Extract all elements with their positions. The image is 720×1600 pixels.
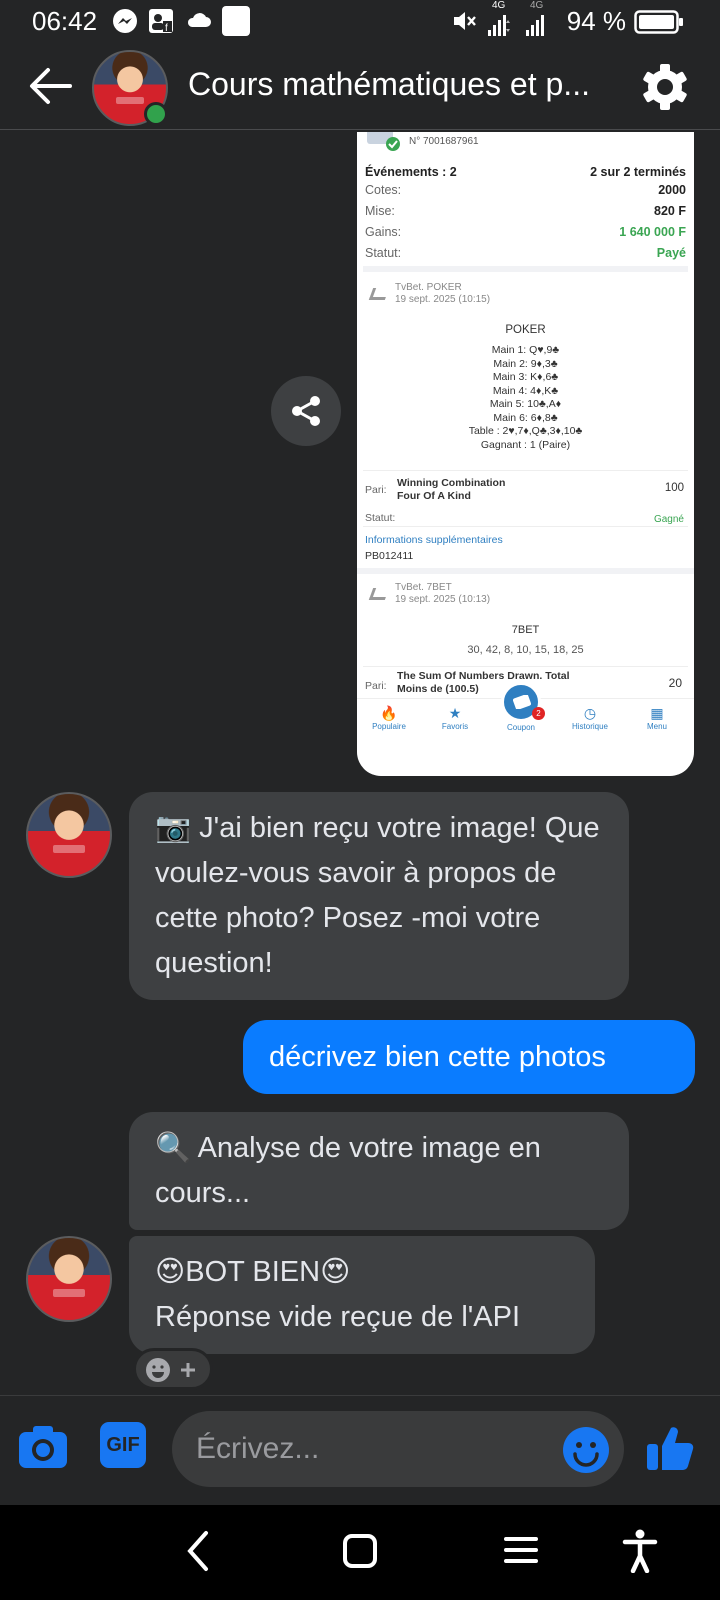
conversation-header: Cours mathématiques et p...: [0, 44, 720, 130]
status-bar: 06:42 f 4G 4G 94 %: [0, 0, 720, 44]
online-status-dot: [144, 102, 168, 126]
tab-historique[interactable]: ◷ Historique: [555, 705, 625, 731]
fire-icon: 🔥: [380, 705, 398, 721]
message-bubble[interactable]: 📷 J'ai bien reçu votre image! Que voulez…: [129, 792, 629, 1000]
game-title: 7BET: [511, 624, 540, 636]
coupon-number: N° 7001687961: [409, 136, 479, 147]
pari-label: Pari:: [365, 484, 387, 496]
info-label: Informations supplémentaires: [365, 534, 503, 546]
gif-button[interactable]: GIF: [100, 1422, 146, 1468]
bet-date: 19 sept. 2025 (10:15): [395, 294, 491, 305]
drawn-numbers: 30, 42, 8, 10, 15, 18, 25: [467, 644, 584, 656]
bot-avatar[interactable]: [26, 792, 112, 878]
bet-provider: TvBet. 7BET: [395, 582, 452, 593]
message-line: Réponse vide reçue de l'API: [155, 1301, 521, 1333]
mute-icon: [454, 12, 476, 30]
battery-icon: [634, 10, 683, 34]
summary-row: Statut: Payé: [365, 246, 686, 260]
svg-text:f: f: [165, 23, 168, 34]
pari-odds: 100: [664, 482, 684, 494]
pari-name: Winning Combination Four Of A Kind: [397, 477, 506, 502]
gear-icon[interactable]: [640, 62, 690, 112]
tab-coupon[interactable]: Coupon: [491, 723, 551, 732]
pari-name: The Sum Of Numbers Drawn. Total Moins de …: [397, 670, 570, 695]
events-row: Événements : 2 2 sur 2 terminés: [365, 165, 686, 179]
thumbs-up-icon[interactable]: [644, 1422, 696, 1474]
add-reaction-icon: [146, 1358, 195, 1382]
share-icon: [292, 396, 320, 426]
game-title: POKER: [505, 324, 546, 336]
camera-icon[interactable]: [18, 1424, 68, 1470]
square-notification-icon: [222, 6, 250, 36]
tvbet-logo-icon: [368, 288, 390, 300]
share-button[interactable]: [271, 376, 341, 446]
nav-home-icon[interactable]: [342, 1533, 378, 1569]
events-label: Événements : 2: [365, 165, 457, 179]
summary-row: Cotes: 2000: [365, 183, 686, 197]
add-reaction-button[interactable]: [133, 1348, 213, 1390]
nav-menu-icon[interactable]: [504, 1535, 538, 1565]
tab-favoris[interactable]: ★ Favoris: [425, 705, 485, 731]
message-bubble[interactable]: 🔍 Analyse de votre image en cours...: [129, 1112, 629, 1230]
pari-odds: 20: [668, 676, 682, 690]
ticket-icon: [367, 132, 400, 151]
message-bubble[interactable]: 😍BOT BIEN😍 Réponse vide reçue de l'API: [129, 1236, 595, 1354]
emoji-icon[interactable]: [562, 1426, 610, 1474]
shared-image[interactable]: N° 7001687961 Événements : 2 2 sur 2 ter…: [357, 132, 694, 776]
bet-provider: TvBet. POKER: [395, 282, 462, 293]
tab-menu[interactable]: ▦ Menu: [627, 705, 687, 731]
tvbet-logo-icon: [368, 588, 390, 600]
android-nav-bar: [0, 1505, 720, 1600]
signal-icon: [526, 15, 544, 36]
pari-label: Pari:: [365, 680, 387, 692]
info-value: PB012411: [365, 550, 414, 562]
star-icon: ★: [448, 705, 462, 721]
grid-icon: ▦: [650, 705, 664, 721]
back-arrow-icon[interactable]: [26, 64, 74, 108]
poker-hands: Main 1: Q♥,9♣ Main 2: 9♦,3♣ Main 3: K♦,6…: [468, 344, 583, 451]
bet-date: 19 sept. 2025 (10:13): [395, 594, 491, 605]
cloud-icon: [187, 13, 211, 27]
bot-avatar[interactable]: [26, 1236, 112, 1322]
conversation-title[interactable]: Cours mathématiques et p...: [188, 66, 618, 103]
summary-row: Gains: 1 640 000 F: [365, 225, 686, 239]
composer-bar: GIF: [0, 1395, 720, 1505]
message-input[interactable]: [172, 1411, 624, 1487]
network-type-2: 4G: [530, 0, 544, 11]
ticket-icon: [513, 695, 531, 709]
messenger-icon: [113, 9, 137, 33]
events-done: 2 sur 2 terminés: [590, 165, 686, 179]
coupon-badge: 2: [532, 707, 545, 720]
accessibility-icon[interactable]: [622, 1529, 658, 1573]
summary-row: Mise: 820 F: [365, 204, 686, 218]
battery-percentage: 94 %: [566, 6, 626, 36]
network-type-1: 4G: [492, 0, 506, 11]
statut-label: Statut:: [365, 512, 396, 524]
bet-poker: TvBet. POKER 19 sept. 2025 (10:15) POKER…: [357, 266, 694, 666]
signal-icon: [488, 15, 510, 36]
clock-icon: ◷: [583, 705, 597, 721]
message-line: 😍BOT BIEN😍: [155, 1256, 351, 1288]
message-bubble-sent[interactable]: décrivez bien cette photos: [243, 1020, 695, 1094]
facebook-contact-icon: f: [149, 9, 173, 34]
statut-value: Gagné: [653, 514, 684, 525]
nav-back-icon[interactable]: [184, 1529, 214, 1573]
status-time: 06:42: [32, 6, 98, 36]
tab-populaire[interactable]: 🔥 Populaire: [359, 705, 419, 731]
